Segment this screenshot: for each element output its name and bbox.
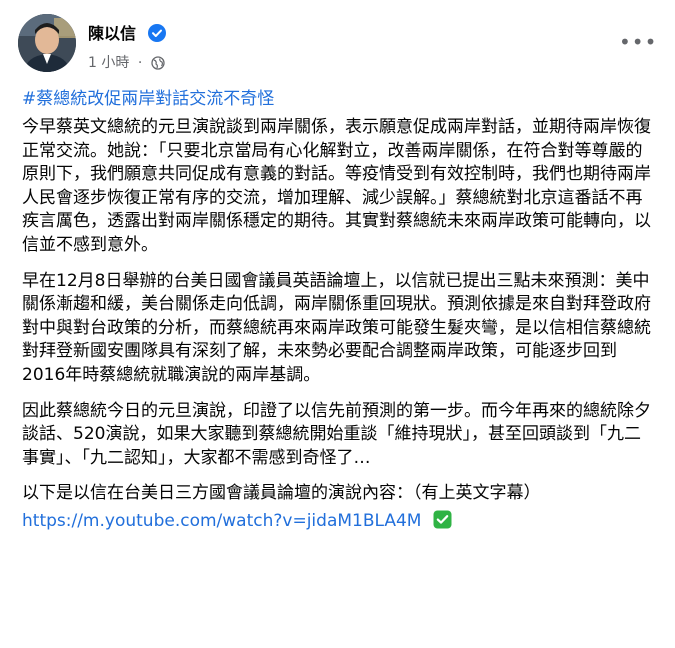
more-options-button[interactable]: •••: [619, 28, 656, 56]
post-timestamp[interactable]: 1 小時: [88, 55, 129, 71]
hashtag-link[interactable]: #蔡總統改促兩岸對話交流不奇怪: [22, 84, 274, 109]
post-paragraph: 因此蔡總統今日的元旦演說，印證了以信先前預測的第一步。而今年再來的總統除夕談話、…: [22, 400, 651, 468]
meta-separator: ·: [137, 55, 143, 71]
globe-icon[interactable]: [151, 56, 165, 70]
check-circle-icon: [433, 510, 452, 529]
post-paragraph: 今早蔡英文總統的元旦演說談到兩岸關係，表示願意促成兩岸對話，並期待兩岸恢復正常交…: [22, 117, 651, 255]
avatar-image: [18, 14, 76, 72]
verified-badge-icon: [147, 24, 166, 42]
avatar[interactable]: [18, 14, 76, 72]
post-header: 陳以信 1 小時 · •••: [16, 14, 659, 74]
author-name[interactable]: 陳以信: [88, 24, 136, 43]
post-paragraph: 早在12月8日舉辦的台美日國會議員英語論壇上，以信就已提出三點未來預測：美中關係…: [22, 270, 651, 385]
author-name-row: 陳以信: [88, 20, 166, 44]
facebook-post: 陳以信 1 小時 · ••• #蔡總統改促兩岸對話交流不奇怪 今早蔡英文總統的元…: [0, 0, 675, 648]
link-row: https://m.youtube.com/watch?v=jidaM1BLA4…: [22, 510, 654, 534]
youtube-link[interactable]: https://m.youtube.com/watch?v=jidaM1BLA4…: [22, 511, 421, 531]
post-body: 今早蔡英文總統的元旦演說談到兩岸關係，表示願意促成兩岸對話，並期待兩岸恢復正常交…: [22, 116, 654, 534]
post-meta: 1 小時 ·: [88, 52, 165, 72]
post-paragraph: 以下是以信在台美日三方國會議員論壇的演說內容：（有上英文字幕）: [22, 483, 541, 504]
